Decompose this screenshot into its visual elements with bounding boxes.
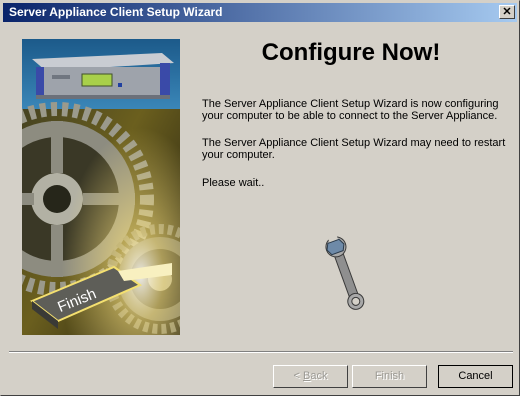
page-title: Configure Now! bbox=[261, 39, 441, 66]
back-button-label: ack bbox=[310, 370, 328, 382]
cancel-button[interactable]: Cancel bbox=[438, 365, 513, 388]
title-bar[interactable]: Server Appliance Client Setup Wizard ✕ bbox=[3, 3, 517, 22]
window-title: Server Appliance Client Setup Wizard bbox=[9, 5, 223, 19]
close-icon: ✕ bbox=[502, 6, 512, 18]
wizard-window: Server Appliance Client Setup Wizard ✕ F… bbox=[0, 0, 520, 396]
close-button[interactable]: ✕ bbox=[499, 5, 515, 19]
please-wait-text: Please wait.. bbox=[202, 177, 265, 189]
wrench-icon bbox=[325, 234, 365, 310]
restart-notice: The Server Appliance Client Setup Wizard… bbox=[202, 137, 506, 161]
status-paragraph: The Server Appliance Client Setup Wizard… bbox=[202, 98, 499, 122]
wizard-banner-image: Finish bbox=[22, 39, 180, 335]
back-button-prefix: < bbox=[293, 370, 303, 382]
finish-button[interactable]: Finish bbox=[352, 365, 427, 388]
button-separator bbox=[9, 351, 513, 353]
back-button[interactable]: < Back bbox=[273, 365, 348, 388]
